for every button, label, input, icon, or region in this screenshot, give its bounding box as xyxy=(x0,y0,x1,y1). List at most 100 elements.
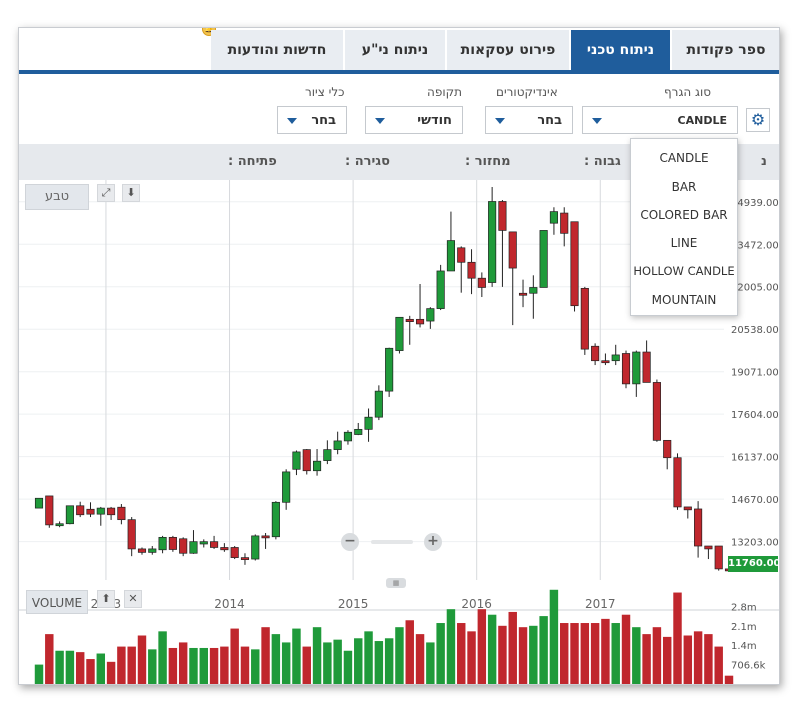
volume-bar xyxy=(178,642,188,684)
candle-body xyxy=(45,495,54,526)
volume-bar xyxy=(292,628,301,684)
chevron-down-icon xyxy=(287,118,297,124)
volume-bar xyxy=(508,611,517,684)
volume-bar xyxy=(652,627,662,684)
chart-type-select[interactable]: CANDLE xyxy=(582,106,738,134)
candle-body xyxy=(508,231,517,269)
candle-body xyxy=(323,449,332,461)
close-icon[interactable]: ✕ xyxy=(124,590,142,608)
volume-bar xyxy=(45,634,54,684)
gear-icon: ⚙ xyxy=(750,110,766,129)
candle-body xyxy=(477,277,486,288)
tab-news[interactable]: חדשות והודעות xyxy=(211,30,344,70)
volume-bar xyxy=(261,627,270,684)
low-label: נ xyxy=(761,154,767,169)
candle-body xyxy=(34,497,44,509)
candle-body xyxy=(374,390,383,418)
volume-bar xyxy=(498,625,507,684)
chart-type-value: CANDLE xyxy=(677,114,727,127)
volume-bar xyxy=(457,623,466,684)
period-value: חודשי xyxy=(417,113,452,128)
chart-type-option-colored-bar[interactable]: COLORED BAR xyxy=(631,208,737,222)
tab-technical-analysis[interactable]: ניתוח טכני xyxy=(571,30,671,70)
candle-body xyxy=(292,451,301,470)
zoom-out-button[interactable]: − xyxy=(341,533,359,551)
candle-body xyxy=(333,440,342,450)
candle-body xyxy=(261,535,270,539)
volume-bar xyxy=(158,631,167,684)
candle-body xyxy=(415,318,425,325)
volume-bar xyxy=(560,623,569,684)
candle-body xyxy=(220,547,229,551)
tab-security-analysis[interactable]: ניתוח ני"ע xyxy=(345,30,446,70)
expand-icon[interactable]: ⤢ xyxy=(97,184,115,202)
price-axis-label: 17604.00 xyxy=(731,410,779,421)
volume-bar xyxy=(704,634,713,684)
candle-body xyxy=(560,212,569,234)
price-axis-label: 24939.00 xyxy=(731,198,779,209)
candle-body xyxy=(168,536,177,550)
last-price-tag: 11760.00 xyxy=(728,556,779,572)
drawing-tools-select[interactable]: בחר xyxy=(277,106,347,134)
tab-trade-details[interactable]: פירוט עסקאות xyxy=(447,30,570,70)
tab-order-book[interactable]: ספר פקודות xyxy=(672,30,779,70)
x-axis-label: 2017 xyxy=(585,597,616,611)
period-select[interactable]: חודשי xyxy=(365,106,463,134)
volume-panel-label: VOLUME xyxy=(26,590,88,614)
volume-bar xyxy=(220,646,229,684)
candle-body xyxy=(549,211,558,224)
settings-button[interactable]: ⚙ xyxy=(746,108,770,132)
volume-bar xyxy=(384,638,394,684)
volume-bar xyxy=(96,653,106,684)
chart-type-option-mountain[interactable]: MOUNTAIN xyxy=(631,293,737,307)
volume-bar xyxy=(662,636,672,684)
candle-body xyxy=(642,351,651,383)
candle-body xyxy=(179,538,188,554)
indicators-label: אינדיקטורים xyxy=(496,85,558,99)
candle-body xyxy=(210,541,219,548)
candle-body xyxy=(632,351,641,385)
volume-bar xyxy=(199,647,208,684)
chart-type-option-candle[interactable]: CANDLE xyxy=(631,151,737,165)
candle-body xyxy=(426,308,435,322)
volume-bar xyxy=(117,646,126,684)
zoom-slider[interactable] xyxy=(371,540,413,544)
natural-button[interactable]: טבע xyxy=(25,184,89,210)
candle-body xyxy=(313,460,322,472)
arrow-up-icon[interactable]: ⬆ xyxy=(97,590,115,608)
volume-bar xyxy=(86,659,95,684)
candle-body xyxy=(601,360,610,364)
zoom-in-button[interactable]: + xyxy=(424,533,442,551)
candle-body xyxy=(96,507,105,515)
price-axis-label: 20538.00 xyxy=(731,325,779,336)
open-label: פתיחה : xyxy=(228,154,277,169)
candle-body xyxy=(529,287,538,294)
candle-body xyxy=(65,505,74,525)
volume-bar xyxy=(487,614,497,684)
candle-body xyxy=(570,221,579,307)
candle-body xyxy=(467,261,476,279)
volume-bar xyxy=(271,634,281,684)
chart-type-option-hollow-candle[interactable]: HOLLOW CANDLE xyxy=(631,264,737,278)
candle-body xyxy=(385,347,394,392)
period-label: תקופה xyxy=(427,85,463,99)
drawing-tools-label: כלי ציור xyxy=(305,85,345,99)
volume-bar xyxy=(518,627,528,684)
candle-body xyxy=(498,201,507,231)
volume-bar xyxy=(281,642,291,684)
chart-type-option-line[interactable]: LINE xyxy=(631,236,737,250)
volume-axis-label: 2.8m xyxy=(731,602,757,613)
candle-body xyxy=(704,545,713,550)
candle-body xyxy=(117,506,126,521)
collapse-arrow-icon[interactable]: ⬇ xyxy=(122,184,140,202)
candle-body xyxy=(158,536,167,551)
chart-type-option-bar[interactable]: BAR xyxy=(631,180,737,194)
volume-bar xyxy=(467,631,476,684)
panel-splitter-handle[interactable]: ▦ xyxy=(386,578,406,588)
volume-bar xyxy=(673,592,682,684)
volume-info-label: מחזור : xyxy=(465,154,511,169)
indicators-select[interactable]: בחר xyxy=(485,106,573,134)
volume-bar xyxy=(323,642,332,684)
x-axis-label: 2014 xyxy=(214,597,245,611)
candle-body xyxy=(354,428,363,435)
